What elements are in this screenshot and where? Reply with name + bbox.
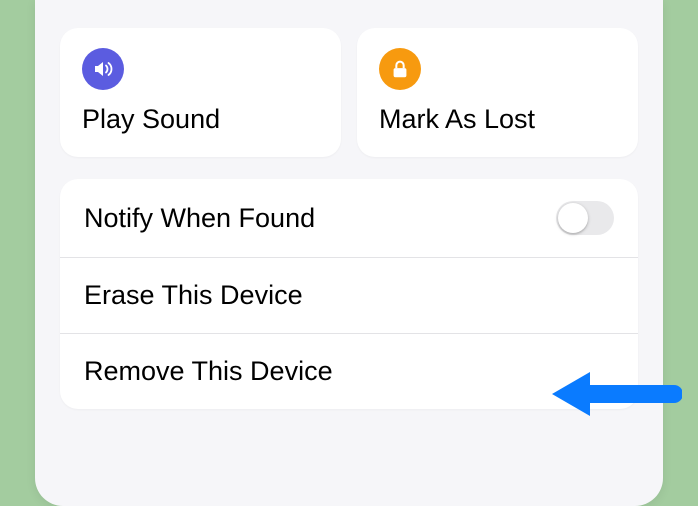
toggle-knob [558,203,588,233]
play-sound-label: Play Sound [82,104,319,135]
lock-icon [379,48,421,90]
speaker-icon [82,48,124,90]
mark-as-lost-card[interactable]: Mark As Lost [357,28,638,157]
erase-device-label: Erase This Device [84,280,303,311]
notify-toggle[interactable] [556,201,614,235]
action-cards-row: Play Sound Mark As Lost [60,28,638,157]
device-actions-panel: Play Sound Mark As Lost Notify When Foun… [35,0,663,506]
remove-device-label: Remove This Device [84,356,333,387]
notify-when-found-label: Notify When Found [84,203,315,234]
mark-as-lost-label: Mark As Lost [379,104,616,135]
play-sound-card[interactable]: Play Sound [60,28,341,157]
erase-device-row[interactable]: Erase This Device [60,257,638,333]
remove-device-row[interactable]: Remove This Device [60,333,638,409]
notify-when-found-row[interactable]: Notify When Found [60,179,638,257]
options-list: Notify When Found Erase This Device Remo… [60,179,638,409]
